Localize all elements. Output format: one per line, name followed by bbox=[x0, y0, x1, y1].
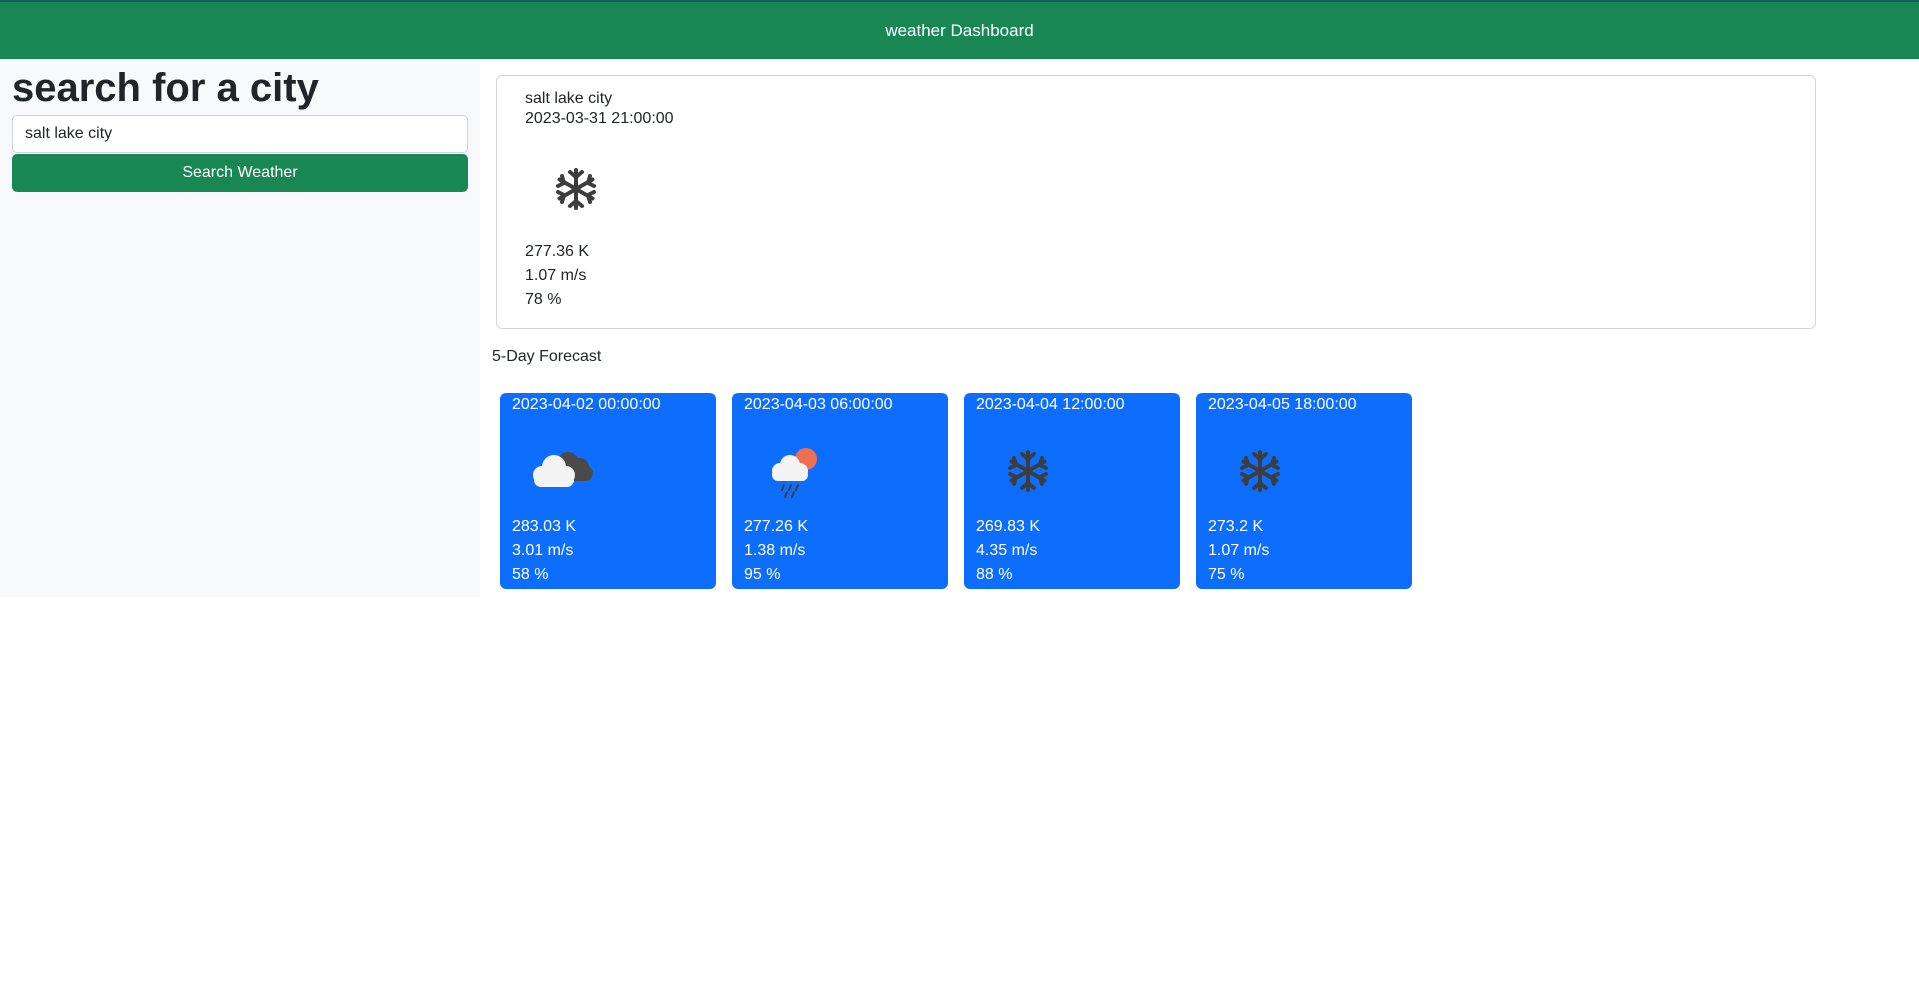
forecast-humidity: 75 % bbox=[1208, 566, 1245, 583]
snowflake-icon bbox=[1240, 450, 1280, 492]
snowflake-icon bbox=[556, 168, 596, 210]
forecast-wind: 1.38 m/s bbox=[744, 542, 806, 559]
forecast-humidity: 88 % bbox=[976, 566, 1013, 583]
forecast-wind: 3.01 m/s bbox=[512, 542, 574, 559]
current-wind: 1.07 m/s bbox=[525, 267, 587, 284]
current-temperature: 277.36 K bbox=[525, 243, 590, 260]
forecast-temperature: 273.2 K bbox=[1208, 518, 1264, 535]
forecast-datetime: 2023-04-04 12:00:00 bbox=[976, 396, 1125, 413]
forecast-wind: 4.35 m/s bbox=[976, 542, 1038, 559]
forecast-datetime: 2023-04-02 00:00:00 bbox=[512, 396, 661, 413]
forecast-datetime: 2023-04-03 06:00:00 bbox=[744, 396, 893, 413]
current-weather-card: salt lake city 2023-03-31 21:00:00 277.3… bbox=[496, 75, 1816, 329]
current-humidity: 78 % bbox=[525, 291, 562, 308]
forecast-humidity: 58 % bbox=[512, 566, 549, 583]
forecast-humidity: 95 % bbox=[744, 566, 781, 583]
forecast-card: 2023-04-03 06:00:00 277.26 K 1.38 m/s 95… bbox=[732, 393, 948, 589]
snowflake-icon bbox=[1008, 450, 1048, 492]
current-datetime: 2023-03-31 21:00:00 bbox=[525, 110, 674, 127]
rain-sun-icon bbox=[772, 448, 817, 498]
forecast-wind: 1.07 m/s bbox=[1208, 542, 1270, 559]
forecast-card: 2023-04-05 18:00:00 273.2 K 1.07 m/s 75 … bbox=[1196, 393, 1412, 589]
forecast-temperature: 283.03 K bbox=[512, 518, 577, 535]
app-title: weather Dashboard bbox=[885, 20, 1034, 40]
forecast-temperature: 269.83 K bbox=[976, 518, 1041, 535]
forecast-card: 2023-04-02 00:00:00 283.03 K 3.01 m/s 58… bbox=[500, 393, 716, 589]
forecast-temperature: 277.26 K bbox=[744, 518, 809, 535]
forecast-datetime: 2023-04-05 18:00:00 bbox=[1208, 396, 1357, 413]
clouds-icon bbox=[533, 452, 593, 487]
city-search-input[interactable] bbox=[12, 115, 468, 153]
search-weather-button[interactable]: Search Weather bbox=[12, 154, 468, 192]
forecast-heading: 5-Day Forecast bbox=[492, 348, 602, 365]
forecast-card: 2023-04-04 12:00:00 269.83 K 4.35 m/s 88… bbox=[964, 393, 1180, 589]
search-sidebar: search for a city Search Weather bbox=[0, 59, 480, 597]
app-header: weather Dashboard bbox=[0, 0, 1919, 59]
search-heading: search for a city bbox=[12, 66, 319, 110]
